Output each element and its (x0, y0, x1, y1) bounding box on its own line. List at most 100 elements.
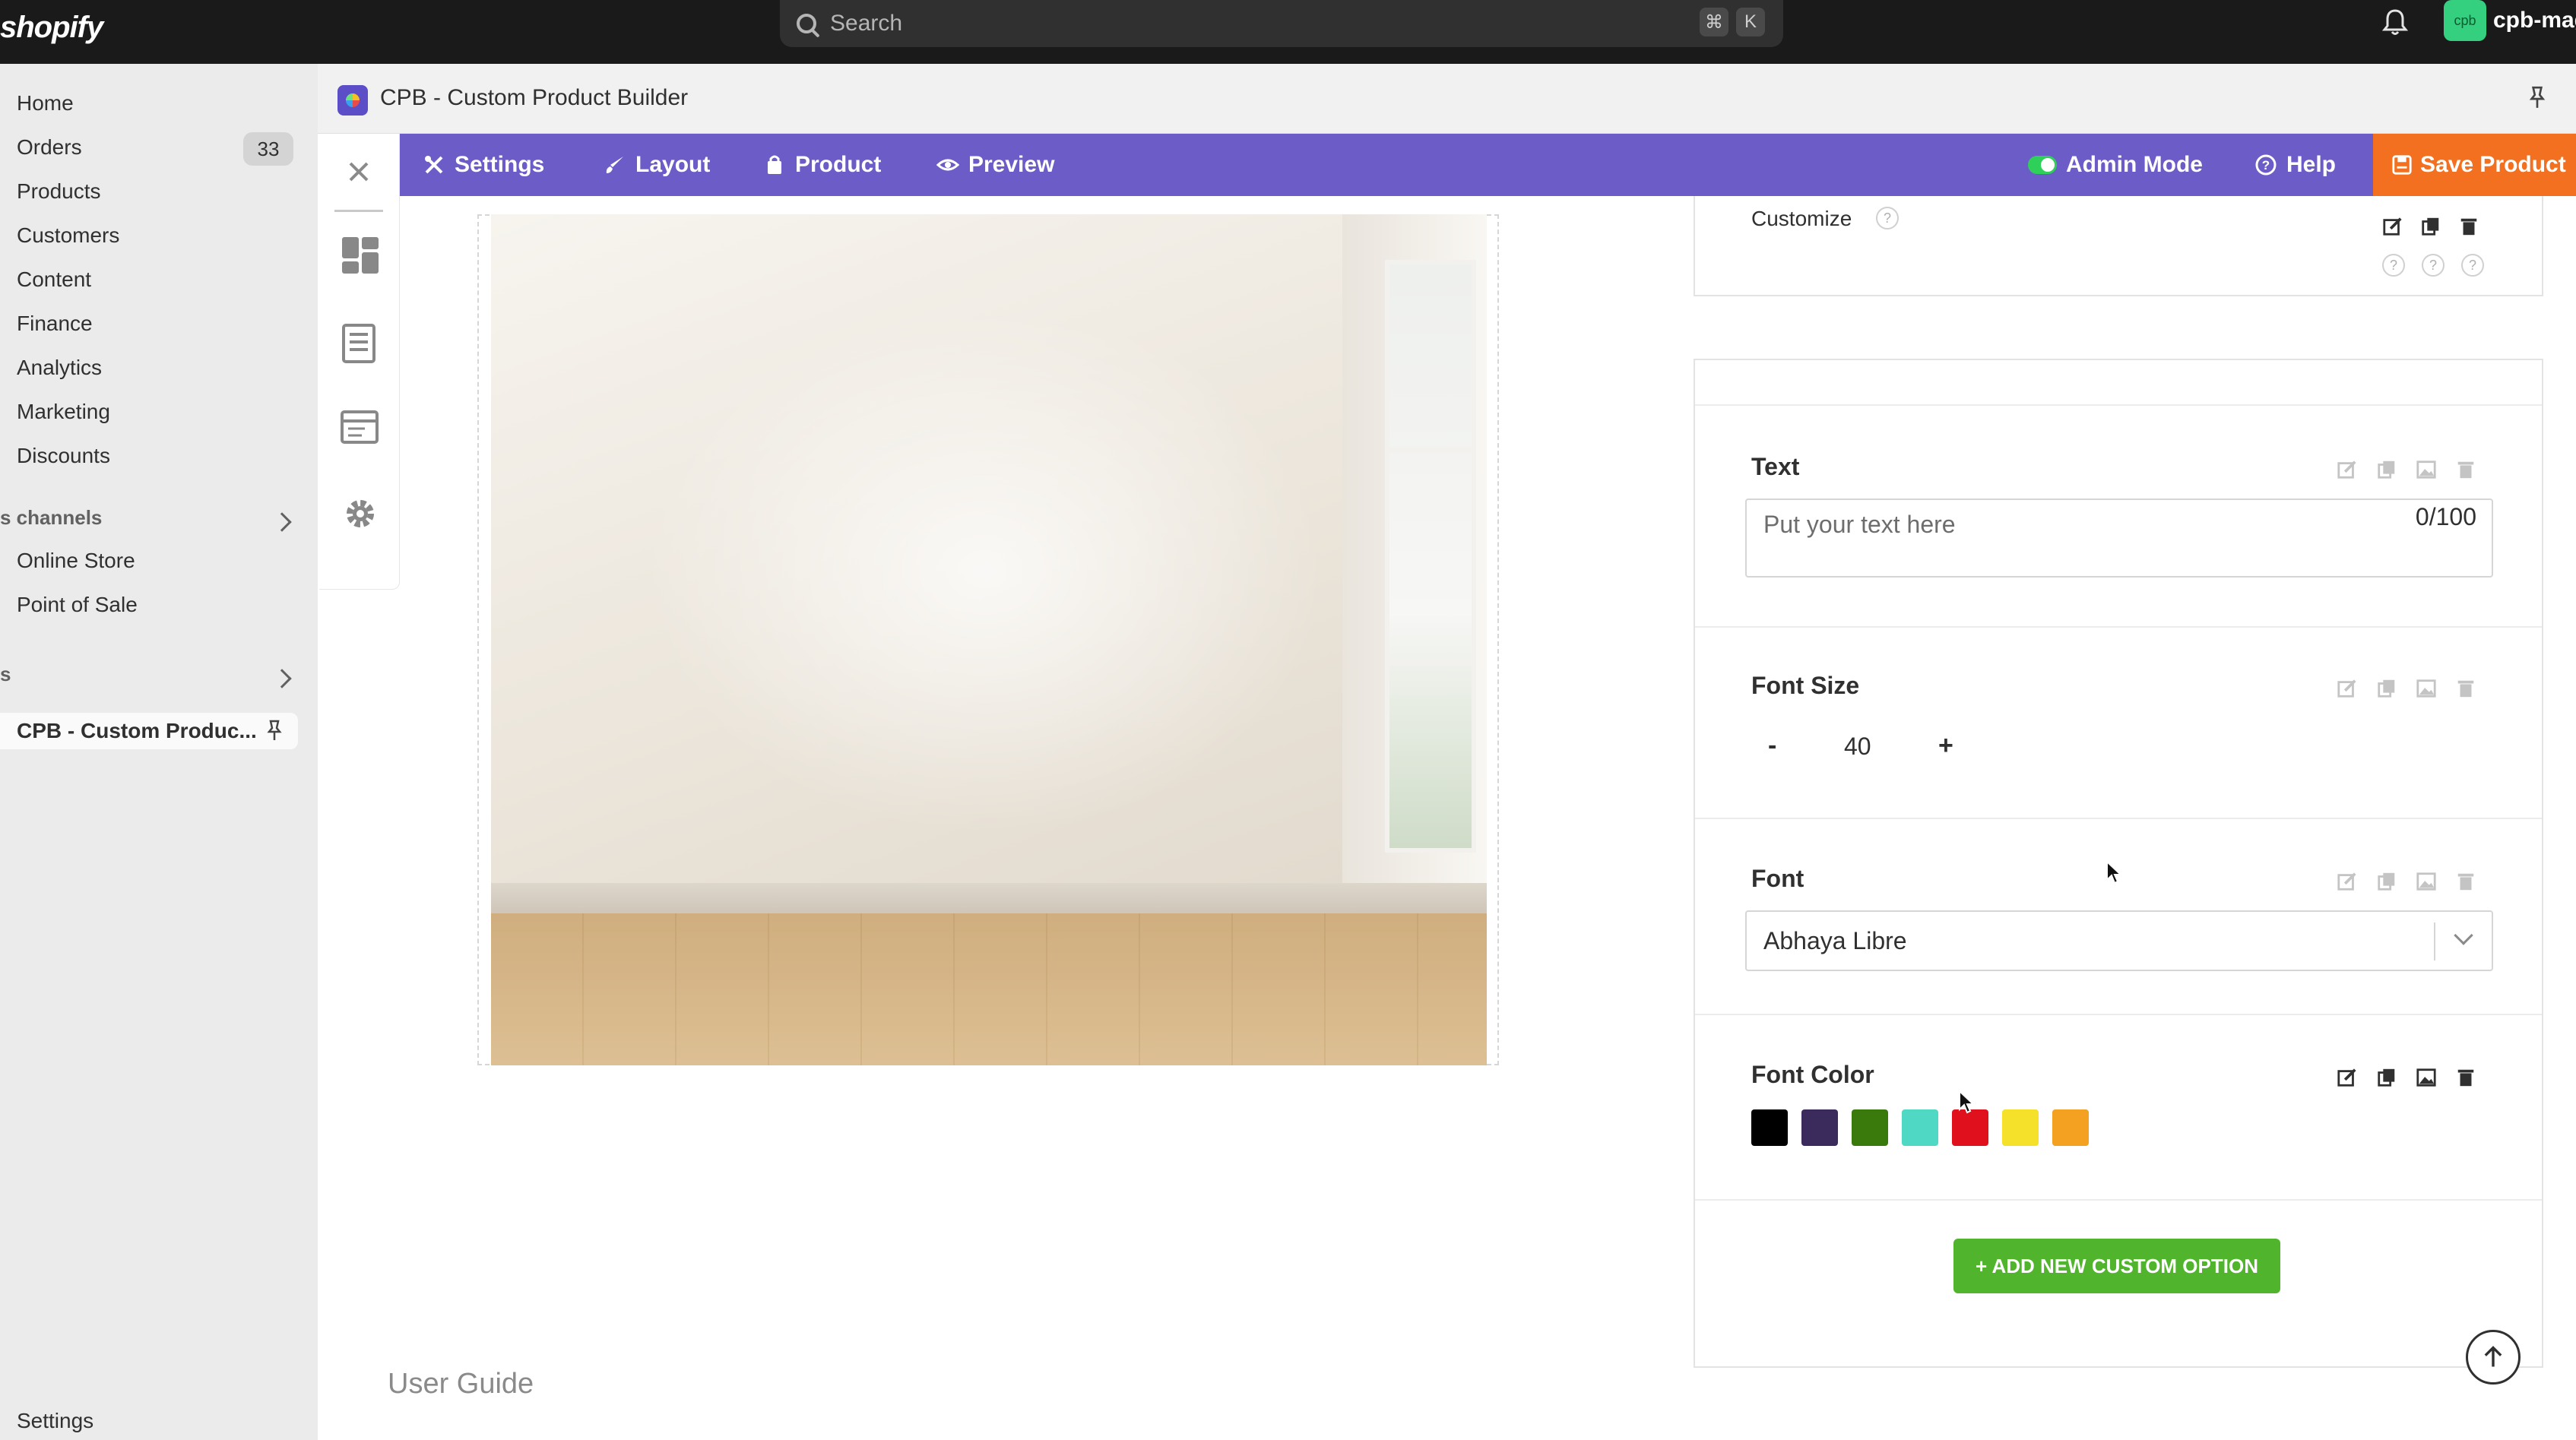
card-divider (1695, 626, 2542, 628)
sidebar-item-marketing[interactable]: Marketing (17, 397, 110, 427)
admin-sidebar: Home Orders 33 Products Customers Conten… (0, 64, 318, 1440)
chevron-right-icon[interactable] (272, 669, 292, 688)
color-swatch-turquoise[interactable] (1902, 1109, 1938, 1146)
list-editor-icon[interactable] (341, 324, 380, 363)
shopify-logo[interactable]: shopify (0, 6, 103, 49)
duplicate-icon[interactable] (2375, 1065, 2399, 1090)
edit-icon[interactable] (2335, 676, 2359, 701)
builder-toolbar: Settings Layout Product Preview Admin Mo… (400, 134, 2576, 196)
trash-icon[interactable] (2457, 214, 2481, 239)
help-tooltip-icon[interactable]: ? (2461, 254, 2484, 277)
card-divider (1695, 1014, 2542, 1015)
color-swatch-orange[interactable] (2052, 1109, 2089, 1146)
orders-count-badge: 33 (243, 132, 293, 166)
edit-icon[interactable] (2335, 869, 2359, 894)
sidebar-item-orders[interactable]: Orders (17, 132, 82, 163)
search-icon (797, 14, 816, 33)
help-label: Help (2286, 152, 2337, 177)
close-icon[interactable] (347, 160, 371, 184)
product-tab[interactable]: Product (763, 134, 881, 196)
settings-tab[interactable]: Settings (423, 134, 544, 196)
notification-bell-icon[interactable] (2382, 8, 2408, 36)
sidebar-item-cpb-label[interactable]: CPB - Custom Produc... (17, 716, 257, 746)
question-circle-icon: ? (2254, 153, 2277, 176)
admin-mode-toggle[interactable]: Admin Mode (2028, 134, 2203, 196)
preview-tab[interactable]: Preview (936, 134, 1054, 196)
custom-text-input[interactable]: Put your text here 0/100 (1745, 498, 2493, 578)
sidebar-item-online-store[interactable]: Online Store (17, 546, 135, 576)
font-size-value[interactable]: 40 (1844, 733, 1871, 761)
sidebar-item-finance[interactable]: Finance (17, 309, 93, 339)
add-custom-option-button[interactable]: + ADD NEW CUSTOM OPTION (1953, 1239, 2280, 1293)
sidebar-item-discounts[interactable]: Discounts (17, 441, 110, 471)
eye-icon (936, 153, 959, 176)
edit-icon[interactable] (2335, 457, 2359, 482)
edit-icon[interactable] (2335, 1065, 2359, 1090)
app-header: CPB - Custom Product Builder (318, 64, 2576, 134)
product-background-image[interactable] (491, 214, 1487, 1065)
chevron-down-icon[interactable] (2454, 926, 2473, 945)
sidebar-item-analytics[interactable]: Analytics (17, 353, 102, 383)
shortcut-k-key: K (1736, 8, 1765, 36)
trash-icon[interactable] (2454, 869, 2478, 894)
font-size-increase-button[interactable]: + (1938, 731, 1953, 761)
gear-icon[interactable] (341, 494, 380, 533)
top-bar: shopify Search ⌘ K cpb cpb-mag (0, 0, 2576, 64)
image-icon[interactable] (2414, 869, 2438, 894)
edit-icon[interactable] (2381, 214, 2405, 239)
chevron-right-icon[interactable] (272, 512, 292, 532)
store-avatar[interactable]: cpb (2444, 0, 2486, 41)
color-swatch-black[interactable] (1751, 1109, 1788, 1146)
card-divider (1695, 404, 2542, 406)
duplicate-icon[interactable] (2375, 457, 2399, 482)
layout-tab-label: Layout (635, 152, 711, 177)
help-tooltip-icon[interactable]: ? (1876, 207, 1899, 229)
scroll-to-top-button[interactable] (2466, 1330, 2521, 1385)
help-tooltip-icon[interactable]: ? (2382, 254, 2405, 277)
options-table-icon[interactable] (341, 409, 380, 448)
save-product-button[interactable]: Save Product (2373, 134, 2576, 196)
pin-icon[interactable] (2528, 85, 2546, 109)
duplicate-icon[interactable] (2375, 869, 2399, 894)
sidebar-item-point-of-sale[interactable]: Point of Sale (17, 590, 138, 620)
app-title: CPB - Custom Product Builder (380, 85, 689, 110)
sidebar-item-home[interactable]: Home (17, 88, 74, 119)
admin-mode-label: Admin Mode (2066, 152, 2203, 177)
sidebar-item-customers[interactable]: Customers (17, 220, 119, 251)
store-name[interactable]: cpb-mag (2493, 8, 2576, 33)
duplicate-icon[interactable] (2375, 676, 2399, 701)
color-swatch-purple[interactable] (1801, 1109, 1838, 1146)
search-bar[interactable]: Search ⌘ K (780, 0, 1783, 47)
layout-tab[interactable]: Layout (604, 134, 710, 196)
font-size-decrease-button[interactable]: - (1768, 731, 1776, 761)
help-tooltip-icon[interactable]: ? (2422, 254, 2445, 277)
apps-heading[interactable]: s (0, 663, 11, 686)
trash-icon[interactable] (2454, 457, 2478, 482)
trash-icon[interactable] (2454, 676, 2478, 701)
svg-text:?: ? (2262, 158, 2270, 172)
sidebar-item-content[interactable]: Content (17, 264, 91, 295)
settings-tab-label: Settings (455, 152, 545, 177)
trash-icon[interactable] (2454, 1065, 2478, 1090)
help-button[interactable]: ? Help (2254, 134, 2336, 196)
user-guide-link[interactable]: User Guide (388, 1368, 534, 1400)
font-select[interactable]: Abhaya Libre (1745, 910, 2493, 971)
duplicate-icon[interactable] (2419, 214, 2443, 239)
product-tab-label: Product (795, 152, 882, 177)
color-swatch-yellow[interactable] (2002, 1109, 2039, 1146)
cpb-app-icon (337, 85, 368, 116)
image-icon[interactable] (2414, 457, 2438, 482)
sidebar-item-products[interactable]: Products (17, 176, 101, 207)
shortcut-cmd-key: ⌘ (1700, 8, 1728, 36)
image-icon[interactable] (2414, 1065, 2438, 1090)
pin-icon[interactable] (266, 719, 283, 742)
image-icon[interactable] (2414, 676, 2438, 701)
shopify-wordmark: shopify (0, 10, 103, 44)
font-color-option-title: Font Color (1751, 1061, 1874, 1088)
rail-divider (334, 210, 383, 212)
sales-channels-heading[interactable]: s channels (0, 506, 102, 530)
color-swatch-green[interactable] (1852, 1109, 1888, 1146)
save-product-label: Save Product (2420, 152, 2566, 177)
sidebar-item-settings[interactable]: Settings (17, 1406, 93, 1436)
dashboard-icon[interactable] (341, 236, 380, 275)
